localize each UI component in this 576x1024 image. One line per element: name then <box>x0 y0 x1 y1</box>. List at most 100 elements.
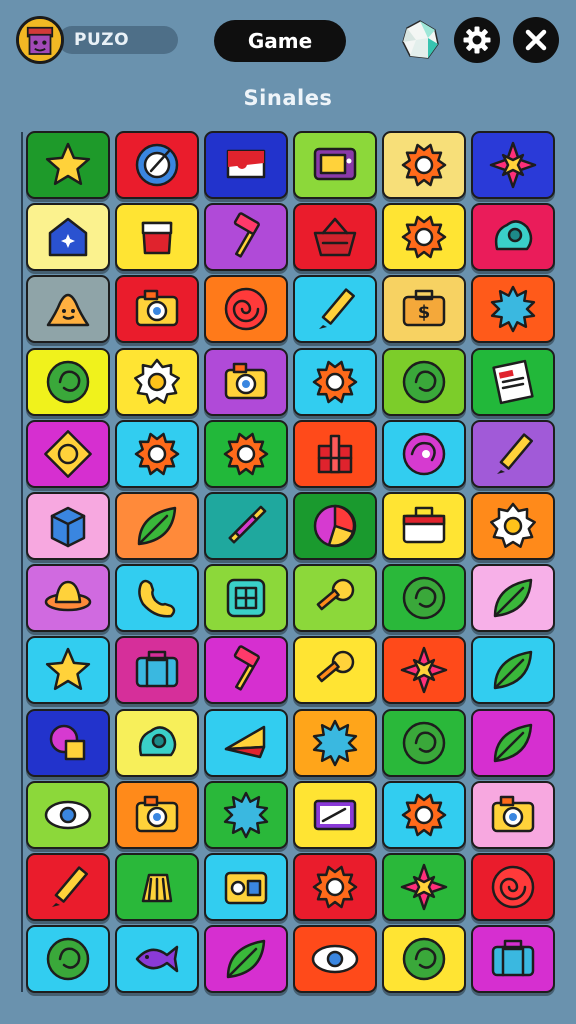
game-tile[interactable] <box>115 347 199 416</box>
gem-icon[interactable] <box>398 18 442 62</box>
game-tile[interactable] <box>26 203 110 272</box>
game-tile[interactable] <box>26 708 110 777</box>
game-tile[interactable] <box>382 203 466 272</box>
game-tile[interactable] <box>382 780 466 849</box>
game-tile[interactable] <box>293 203 377 272</box>
game-tile[interactable] <box>382 564 466 633</box>
flag-icon <box>226 149 266 179</box>
game-tile[interactable] <box>26 131 110 199</box>
game-tile[interactable] <box>26 925 110 994</box>
game-tile[interactable] <box>26 636 110 705</box>
gear-icon <box>134 432 180 476</box>
splash-icon <box>223 791 269 839</box>
game-tile[interactable] <box>382 492 466 560</box>
game-tile[interactable] <box>204 636 288 705</box>
game-tile[interactable] <box>471 564 555 633</box>
game-tile[interactable] <box>382 636 466 705</box>
game-tile[interactable] <box>293 636 377 705</box>
game-tile[interactable] <box>115 203 199 272</box>
gear-icon <box>401 143 447 187</box>
game-tile[interactable] <box>115 275 199 344</box>
swirl-icon <box>402 576 446 620</box>
game-tile[interactable] <box>26 853 110 921</box>
game-tile[interactable] <box>293 780 377 849</box>
game-tile[interactable] <box>471 419 555 488</box>
game-tile[interactable] <box>382 708 466 777</box>
game-tile[interactable] <box>382 419 466 488</box>
game-tile[interactable] <box>293 853 377 921</box>
game-tile[interactable] <box>204 925 288 994</box>
game-tile[interactable] <box>115 925 199 994</box>
game-tile[interactable] <box>204 131 288 199</box>
gear-icon <box>401 793 447 837</box>
game-tile[interactable] <box>471 853 555 921</box>
board-title: Sinales <box>243 86 333 110</box>
game-tile[interactable] <box>293 347 377 416</box>
game-tile[interactable] <box>115 636 199 705</box>
game-tile[interactable] <box>204 564 288 633</box>
receipt-icon <box>492 359 534 404</box>
game-tile[interactable] <box>293 419 377 488</box>
game-tile[interactable] <box>204 853 288 921</box>
game-tile[interactable] <box>293 492 377 560</box>
leaf-icon <box>226 939 266 979</box>
game-tile[interactable]: $ <box>382 275 466 344</box>
game-tile[interactable] <box>115 853 199 921</box>
game-tile[interactable] <box>293 708 377 777</box>
game-tile[interactable] <box>115 131 199 199</box>
pencil-icon <box>319 288 355 330</box>
gear-icon <box>401 215 447 259</box>
game-tile[interactable] <box>382 347 466 416</box>
suitcase-icon <box>135 651 179 688</box>
game-tile[interactable] <box>204 347 288 416</box>
game-tile[interactable] <box>471 275 555 344</box>
player-avatar[interactable] <box>16 16 64 64</box>
game-tile[interactable] <box>115 564 199 633</box>
game-tile[interactable] <box>293 925 377 994</box>
game-tile[interactable] <box>115 492 199 560</box>
game-tile[interactable] <box>382 925 466 994</box>
game-tile[interactable] <box>471 347 555 416</box>
game-tile[interactable] <box>204 492 288 560</box>
game-tile[interactable] <box>471 708 555 777</box>
fries-icon <box>141 873 173 903</box>
game-tile[interactable] <box>26 564 110 633</box>
shuriken-icon <box>400 647 448 694</box>
game-tile[interactable] <box>204 203 288 272</box>
star-icon <box>45 648 91 691</box>
slime-icon <box>46 294 90 327</box>
game-tile[interactable] <box>115 708 199 777</box>
game-tile[interactable] <box>115 780 199 849</box>
game-tile[interactable] <box>26 275 110 344</box>
game-tile[interactable] <box>293 275 377 344</box>
game-tile[interactable] <box>293 131 377 199</box>
game-tile[interactable] <box>26 492 110 560</box>
game-tile[interactable] <box>471 780 555 849</box>
diamond-icon <box>44 429 92 478</box>
game-tile[interactable] <box>471 203 555 272</box>
game-tile[interactable] <box>204 275 288 344</box>
game-tile[interactable] <box>204 708 288 777</box>
game-tile[interactable] <box>471 131 555 199</box>
camera-icon <box>135 795 179 833</box>
camera-icon <box>135 290 179 327</box>
game-tile[interactable] <box>204 419 288 488</box>
close-button[interactable] <box>513 17 559 63</box>
game-tile[interactable] <box>115 419 199 488</box>
swirl-icon <box>402 360 446 403</box>
game-tile[interactable] <box>26 419 110 488</box>
game-tile[interactable] <box>471 492 555 560</box>
game-tile[interactable] <box>204 780 288 849</box>
pencil-icon <box>497 433 533 474</box>
phone-icon <box>138 579 176 618</box>
game-tile[interactable] <box>293 564 377 633</box>
game-tile[interactable] <box>471 925 555 994</box>
game-tile[interactable] <box>26 347 110 416</box>
game-tile[interactable] <box>26 780 110 849</box>
hammer-icon <box>233 212 260 258</box>
settings-button[interactable] <box>454 17 500 63</box>
game-tile[interactable] <box>471 636 555 705</box>
game-tile[interactable] <box>382 853 466 921</box>
game-mode-button[interactable]: Game <box>214 20 346 62</box>
game-tile[interactable] <box>382 131 466 199</box>
